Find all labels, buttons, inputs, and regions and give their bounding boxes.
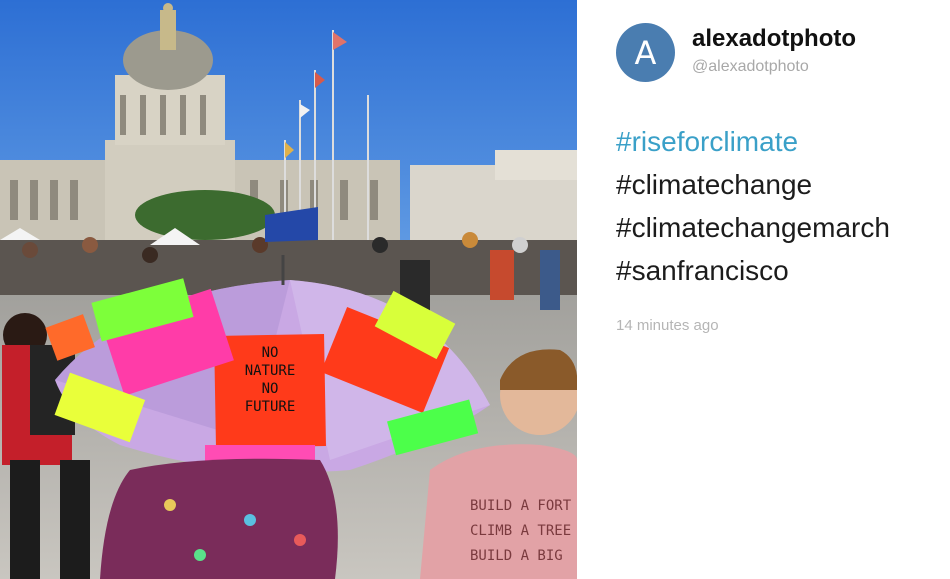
person-under-umbrella bbox=[100, 458, 338, 579]
post-photo[interactable]: NO NATURE NO FUTURE BUILD A FORT CLIMB A… bbox=[0, 0, 577, 579]
sign-text-line-2: NATURE bbox=[245, 363, 296, 379]
author-display-name[interactable]: alexadotphoto bbox=[692, 25, 856, 53]
shirt-text: BUILD A FORT bbox=[470, 498, 572, 514]
avatar[interactable]: A bbox=[616, 23, 675, 82]
author-handle[interactable]: @alexadotphoto bbox=[692, 57, 856, 77]
svg-text:BUILD A BIG: BUILD A BIG bbox=[470, 548, 563, 564]
hashtag-climatechange[interactable]: #climatechange bbox=[616, 163, 946, 206]
sign-text-line-4: FUTURE bbox=[245, 399, 296, 415]
hashtag-riseforclimate[interactable]: #riseforclimate bbox=[616, 120, 946, 163]
post-timestamp[interactable]: 14 minutes ago bbox=[616, 317, 719, 334]
author-names: alexadotphoto @alexadotphoto bbox=[692, 25, 856, 77]
photo-illustration: NO NATURE NO FUTURE BUILD A FORT CLIMB A… bbox=[0, 0, 577, 579]
svg-text:CLIMB A TREE: CLIMB A TREE bbox=[470, 523, 571, 539]
hashtag-sanfrancisco[interactable]: #sanfrancisco bbox=[616, 249, 946, 292]
post-hashtags: #riseforclimate #climatechange #climatec… bbox=[616, 120, 946, 292]
trees bbox=[135, 190, 275, 240]
social-post-card: NO NATURE NO FUTURE BUILD A FORT CLIMB A… bbox=[0, 0, 950, 579]
sign-text-line-1: NO bbox=[262, 345, 279, 361]
post-details: A alexadotphoto @alexadotphoto #riseforc… bbox=[577, 0, 950, 579]
sign-text-line-3: NO bbox=[262, 381, 279, 397]
post-author[interactable]: A alexadotphoto @alexadotphoto bbox=[616, 23, 856, 82]
hashtag-climatechangemarch[interactable]: #climatechangemarch bbox=[616, 206, 946, 249]
